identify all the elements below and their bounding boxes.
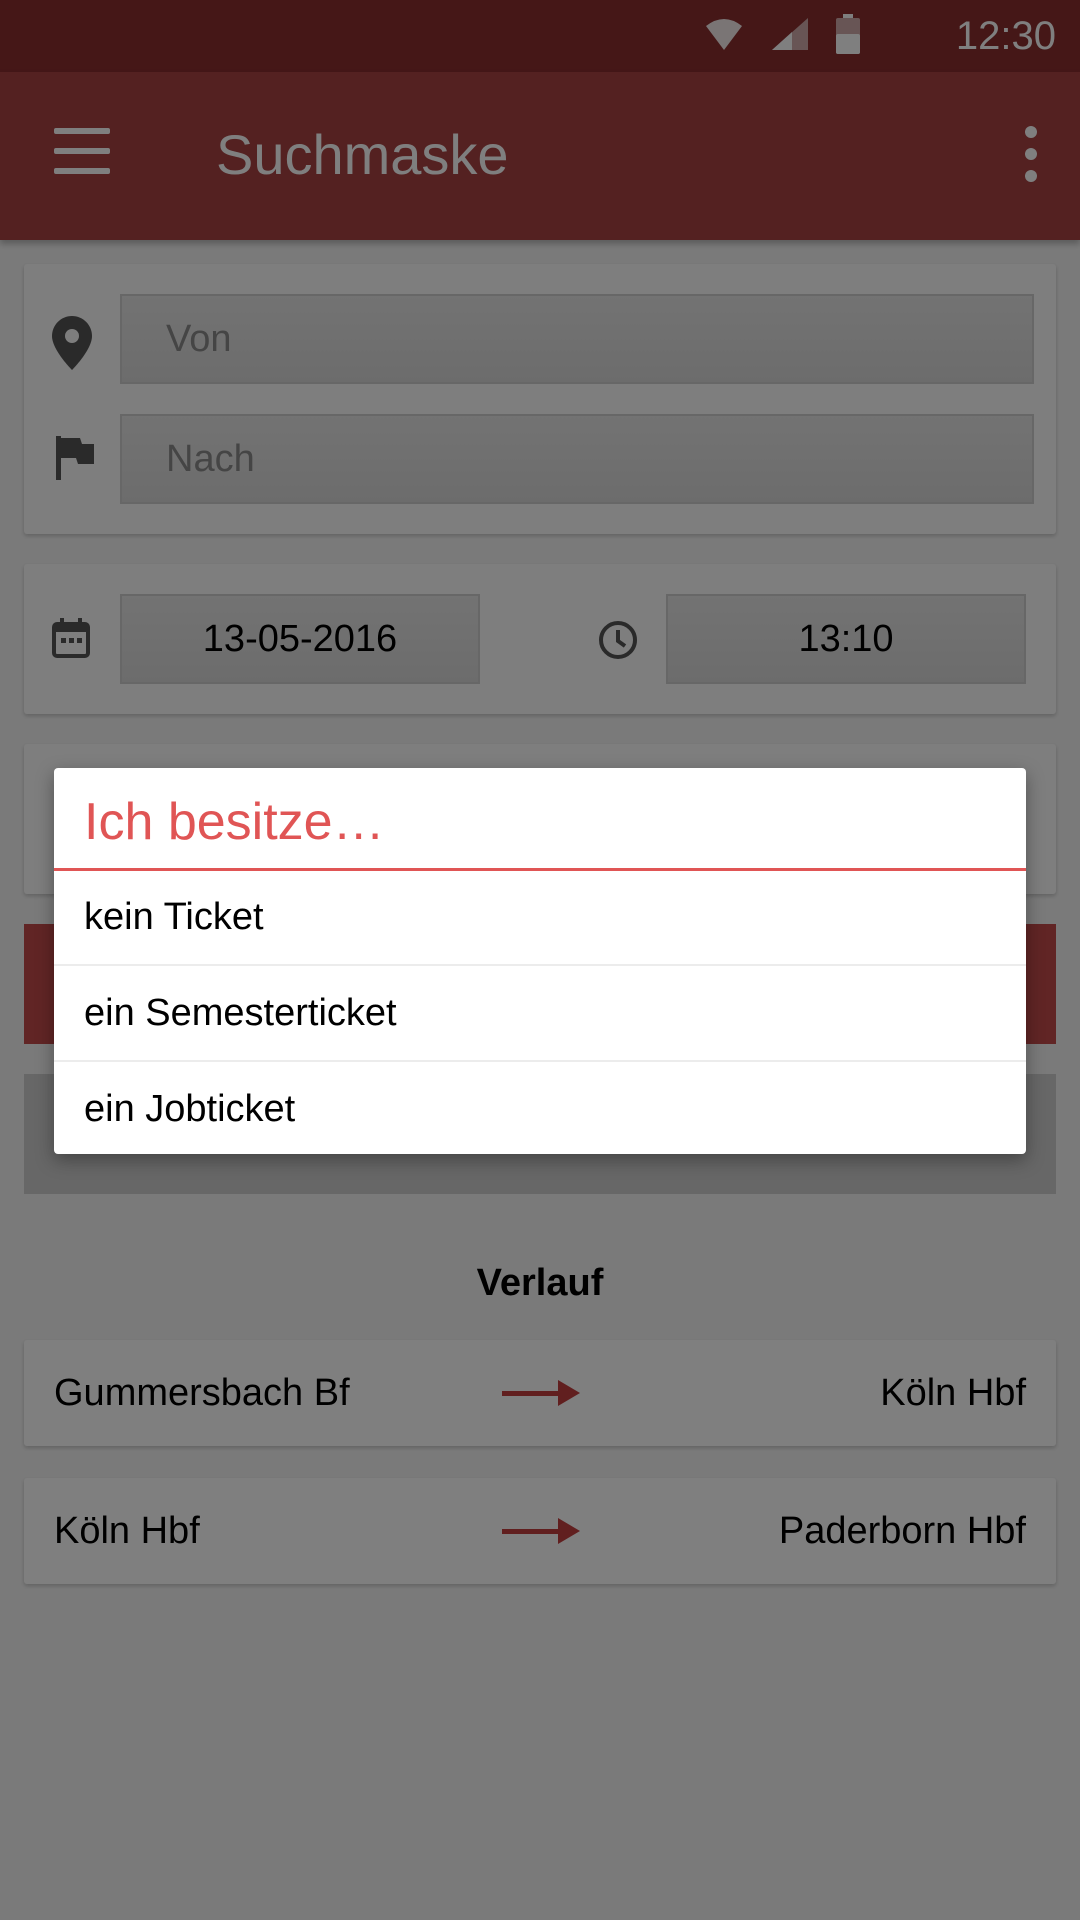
ticket-dialog: Ich besitze… kein Ticket ein Semestertic… xyxy=(54,768,1026,1154)
option-jobticket[interactable]: ein Jobticket xyxy=(54,1062,1026,1156)
option-kein-ticket[interactable]: kein Ticket xyxy=(54,870,1026,964)
option-semesterticket[interactable]: ein Semesterticket xyxy=(54,966,1026,1060)
dialog-title: Ich besitze… xyxy=(84,793,385,851)
